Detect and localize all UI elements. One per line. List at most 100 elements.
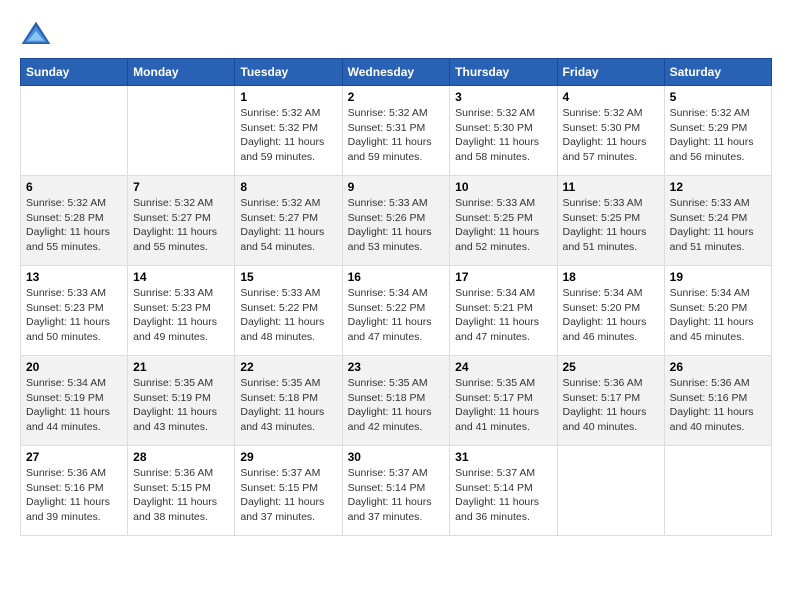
day-number: 20	[26, 360, 122, 374]
day-number: 13	[26, 270, 122, 284]
col-header-thursday: Thursday	[450, 59, 557, 86]
day-number: 21	[133, 360, 229, 374]
day-cell: 9 Sunrise: 5:33 AM Sunset: 5:26 PM Daylig…	[342, 176, 450, 266]
day-info: Sunrise: 5:32 AM Sunset: 5:30 PM Dayligh…	[455, 106, 551, 165]
day-cell	[21, 86, 128, 176]
day-info: Sunrise: 5:34 AM Sunset: 5:19 PM Dayligh…	[26, 376, 122, 435]
logo	[20, 20, 54, 48]
week-row-3: 13 Sunrise: 5:33 AM Sunset: 5:23 PM Dayli…	[21, 266, 772, 356]
day-number: 5	[670, 90, 766, 104]
day-number: 25	[563, 360, 659, 374]
day-number: 27	[26, 450, 122, 464]
day-info: Sunrise: 5:34 AM Sunset: 5:21 PM Dayligh…	[455, 286, 551, 345]
day-cell	[128, 86, 235, 176]
day-cell: 27 Sunrise: 5:36 AM Sunset: 5:16 PM Dayli…	[21, 446, 128, 536]
day-cell	[664, 446, 771, 536]
col-header-friday: Friday	[557, 59, 664, 86]
day-info: Sunrise: 5:32 AM Sunset: 5:27 PM Dayligh…	[133, 196, 229, 255]
day-cell: 30 Sunrise: 5:37 AM Sunset: 5:14 PM Dayli…	[342, 446, 450, 536]
day-cell: 24Sunrise: 5:35 AM Sunset: 5:17 PM Dayli…	[450, 356, 557, 446]
day-info: Sunrise: 5:33 AM Sunset: 5:25 PM Dayligh…	[563, 196, 659, 255]
day-info: Sunrise: 5:33 AM Sunset: 5:23 PM Dayligh…	[26, 286, 122, 345]
day-info: Sunrise: 5:32 AM Sunset: 5:29 PM Dayligh…	[670, 106, 766, 165]
day-info: Sunrise: 5:32 AM Sunset: 5:30 PM Dayligh…	[563, 106, 659, 165]
day-info: Sunrise: 5:32 AM Sunset: 5:32 PM Dayligh…	[240, 106, 336, 165]
day-number: 30	[348, 450, 445, 464]
day-number: 17	[455, 270, 551, 284]
day-cell: 29 Sunrise: 5:37 AM Sunset: 5:15 PM Dayli…	[235, 446, 342, 536]
day-cell: 22 Sunrise: 5:35 AM Sunset: 5:18 PM Dayli…	[235, 356, 342, 446]
week-row-2: 6Sunrise: 5:32 AM Sunset: 5:28 PM Daylig…	[21, 176, 772, 266]
day-cell: 2 Sunrise: 5:32 AM Sunset: 5:31 PM Daylig…	[342, 86, 450, 176]
day-number: 23	[348, 360, 445, 374]
day-number: 28	[133, 450, 229, 464]
col-header-sunday: Sunday	[21, 59, 128, 86]
day-number: 2	[348, 90, 445, 104]
day-cell: 15 Sunrise: 5:33 AM Sunset: 5:22 PM Dayli…	[235, 266, 342, 356]
day-cell: 25 Sunrise: 5:36 AM Sunset: 5:17 PM Dayli…	[557, 356, 664, 446]
day-number: 16	[348, 270, 445, 284]
day-info: Sunrise: 5:36 AM Sunset: 5:15 PM Dayligh…	[133, 466, 229, 525]
page-header	[20, 20, 772, 48]
day-number: 22	[240, 360, 336, 374]
day-info: Sunrise: 5:36 AM Sunset: 5:16 PM Dayligh…	[670, 376, 766, 435]
day-info: Sunrise: 5:35 AM Sunset: 5:17 PM Dayligh…	[455, 376, 551, 435]
day-number: 3	[455, 90, 551, 104]
day-info: Sunrise: 5:32 AM Sunset: 5:27 PM Dayligh…	[240, 196, 336, 255]
day-cell: 5 Sunrise: 5:32 AM Sunset: 5:29 PM Daylig…	[664, 86, 771, 176]
day-info: Sunrise: 5:36 AM Sunset: 5:16 PM Dayligh…	[26, 466, 122, 525]
day-info: Sunrise: 5:34 AM Sunset: 5:20 PM Dayligh…	[670, 286, 766, 345]
day-cell: 20 Sunrise: 5:34 AM Sunset: 5:19 PM Dayli…	[21, 356, 128, 446]
day-info: Sunrise: 5:34 AM Sunset: 5:22 PM Dayligh…	[348, 286, 445, 345]
day-number: 19	[670, 270, 766, 284]
day-info: Sunrise: 5:35 AM Sunset: 5:19 PM Dayligh…	[133, 376, 229, 435]
day-info: Sunrise: 5:37 AM Sunset: 5:14 PM Dayligh…	[348, 466, 445, 525]
day-cell: 3 Sunrise: 5:32 AM Sunset: 5:30 PM Daylig…	[450, 86, 557, 176]
col-header-monday: Monday	[128, 59, 235, 86]
day-info: Sunrise: 5:33 AM Sunset: 5:23 PM Dayligh…	[133, 286, 229, 345]
col-header-wednesday: Wednesday	[342, 59, 450, 86]
day-cell: 14Sunrise: 5:33 AM Sunset: 5:23 PM Dayli…	[128, 266, 235, 356]
day-cell: 17 Sunrise: 5:34 AM Sunset: 5:21 PM Dayli…	[450, 266, 557, 356]
day-info: Sunrise: 5:33 AM Sunset: 5:26 PM Dayligh…	[348, 196, 445, 255]
day-number: 12	[670, 180, 766, 194]
day-info: Sunrise: 5:34 AM Sunset: 5:20 PM Dayligh…	[563, 286, 659, 345]
day-number: 6	[26, 180, 122, 194]
day-cell: 8 Sunrise: 5:32 AM Sunset: 5:27 PM Daylig…	[235, 176, 342, 266]
day-cell: 11 Sunrise: 5:33 AM Sunset: 5:25 PM Dayli…	[557, 176, 664, 266]
day-number: 31	[455, 450, 551, 464]
day-cell: 7 Sunrise: 5:32 AM Sunset: 5:27 PM Daylig…	[128, 176, 235, 266]
calendar-table: SundayMondayTuesdayWednesdayThursdayFrid…	[20, 58, 772, 536]
day-info: Sunrise: 5:33 AM Sunset: 5:22 PM Dayligh…	[240, 286, 336, 345]
day-cell: 6Sunrise: 5:32 AM Sunset: 5:28 PM Daylig…	[21, 176, 128, 266]
day-info: Sunrise: 5:35 AM Sunset: 5:18 PM Dayligh…	[348, 376, 445, 435]
day-info: Sunrise: 5:37 AM Sunset: 5:14 PM Dayligh…	[455, 466, 551, 525]
day-info: Sunrise: 5:37 AM Sunset: 5:15 PM Dayligh…	[240, 466, 336, 525]
day-number: 26	[670, 360, 766, 374]
day-cell: 28 Sunrise: 5:36 AM Sunset: 5:15 PM Dayli…	[128, 446, 235, 536]
day-cell: 4Sunrise: 5:32 AM Sunset: 5:30 PM Daylig…	[557, 86, 664, 176]
day-number: 11	[563, 180, 659, 194]
day-info: Sunrise: 5:36 AM Sunset: 5:17 PM Dayligh…	[563, 376, 659, 435]
day-info: Sunrise: 5:33 AM Sunset: 5:25 PM Dayligh…	[455, 196, 551, 255]
day-number: 9	[348, 180, 445, 194]
day-cell: 23 Sunrise: 5:35 AM Sunset: 5:18 PM Dayli…	[342, 356, 450, 446]
day-cell: 16 Sunrise: 5:34 AM Sunset: 5:22 PM Dayli…	[342, 266, 450, 356]
week-row-1: 1Sunrise: 5:32 AM Sunset: 5:32 PM Daylig…	[21, 86, 772, 176]
day-cell: 18Sunrise: 5:34 AM Sunset: 5:20 PM Dayli…	[557, 266, 664, 356]
day-number: 15	[240, 270, 336, 284]
col-header-saturday: Saturday	[664, 59, 771, 86]
day-number: 8	[240, 180, 336, 194]
day-cell: 26 Sunrise: 5:36 AM Sunset: 5:16 PM Dayli…	[664, 356, 771, 446]
day-cell: 1Sunrise: 5:32 AM Sunset: 5:32 PM Daylig…	[235, 86, 342, 176]
day-cell: 31 Sunrise: 5:37 AM Sunset: 5:14 PM Dayli…	[450, 446, 557, 536]
week-row-4: 20 Sunrise: 5:34 AM Sunset: 5:19 PM Dayli…	[21, 356, 772, 446]
header-row: SundayMondayTuesdayWednesdayThursdayFrid…	[21, 59, 772, 86]
day-info: Sunrise: 5:35 AM Sunset: 5:18 PM Dayligh…	[240, 376, 336, 435]
day-info: Sunrise: 5:32 AM Sunset: 5:31 PM Dayligh…	[348, 106, 445, 165]
day-number: 7	[133, 180, 229, 194]
day-info: Sunrise: 5:33 AM Sunset: 5:24 PM Dayligh…	[670, 196, 766, 255]
day-cell: 12 Sunrise: 5:33 AM Sunset: 5:24 PM Dayli…	[664, 176, 771, 266]
day-cell: 10Sunrise: 5:33 AM Sunset: 5:25 PM Dayli…	[450, 176, 557, 266]
day-number: 29	[240, 450, 336, 464]
